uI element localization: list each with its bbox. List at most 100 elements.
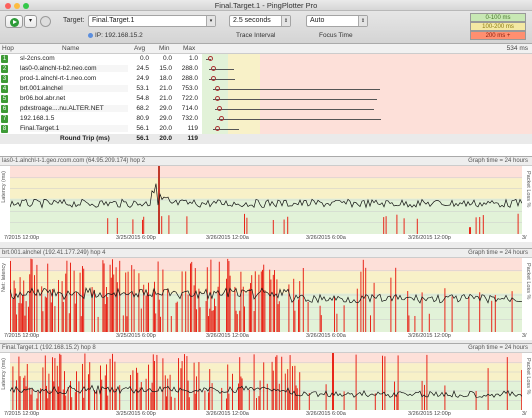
packet-loss-bar	[226, 398, 227, 410]
start-trace-button[interactable]	[5, 15, 23, 28]
packet-loss-bar	[487, 368, 489, 410]
packet-loss-bar	[104, 304, 106, 332]
packet-loss-bar	[31, 389, 33, 410]
start-options-dropdown[interactable]: ▾	[24, 15, 37, 28]
packet-loss-bar	[294, 310, 296, 332]
hop-table: Hop Name Avg Min Max 534 ms 1 sl-2cns.com…	[0, 44, 532, 156]
packet-loss-bar	[276, 279, 278, 332]
packet-loss-bar	[426, 354, 428, 410]
packet-loss-bar	[19, 376, 21, 410]
table-row[interactable]: 4 brt.001.alnchel 53.1 21.0 753.0	[0, 84, 532, 94]
trace-interval-select[interactable]: 2.5 seconds ⇕	[229, 15, 291, 27]
table-row[interactable]: 1 sl-2cns.com 0.0 0.0 1.0	[0, 54, 532, 64]
packet-loss-bar	[184, 354, 185, 410]
packet-loss-bar	[23, 280, 25, 332]
packet-loss-bar	[58, 386, 59, 410]
packet-loss-bar	[148, 364, 149, 410]
hop-max: 753.0	[181, 85, 198, 92]
packet-loss-bar	[106, 287, 107, 332]
packet-loss-bar	[176, 301, 178, 332]
table-row[interactable]: 6 pdxstroage....nu.ALTER.NET 68.2 29.0 714.0	[0, 104, 532, 114]
graph-panel[interactable]: Final.Target.1 (192.168.15.2) hop 8 Graph…	[0, 343, 532, 418]
packet-loss-bar	[12, 298, 14, 332]
packet-loss-bar	[229, 275, 231, 332]
latency-avg-marker	[215, 96, 221, 101]
packet-loss-bar	[62, 301, 64, 332]
packet-loss-bar	[88, 374, 89, 410]
latency-avg-marker	[211, 76, 217, 81]
graph-panel[interactable]: brt.001.alnchel (192.41.177.249) hop 4 Gr…	[0, 248, 532, 340]
packet-loss-bar	[29, 274, 31, 332]
packet-loss-bar	[143, 284, 145, 332]
packet-loss-bar	[175, 302, 177, 332]
packet-loss-bar	[479, 292, 481, 332]
target-input[interactable]: Final.Target.1 ▾	[88, 15, 216, 27]
packet-loss-bar	[143, 216, 145, 234]
y-axis-label: Net: latency	[1, 263, 7, 293]
packet-loss-bar	[193, 285, 195, 332]
packet-loss-bar	[272, 219, 274, 234]
latency-graph[interactable]	[10, 258, 522, 332]
graph-panel[interactable]: las0-1.alnchl-t-1.geo.rcom.com (64.95.20…	[0, 156, 532, 242]
table-row[interactable]: 7 192.168.1.5 80.9 29.0 732.0	[0, 114, 532, 124]
packet-loss-bar	[26, 364, 28, 410]
packet-loss-bar	[208, 392, 209, 410]
packet-loss-bar	[234, 286, 236, 332]
col-hop[interactable]: Hop	[2, 45, 14, 52]
packet-loss-bar	[140, 308, 142, 332]
packet-loss-bar	[325, 384, 327, 410]
graph-time-range[interactable]: Graph time = 24 hours	[468, 158, 528, 164]
packet-loss-bar	[100, 365, 101, 410]
target-history-dropdown[interactable]: ▾	[206, 16, 215, 26]
col-name[interactable]: Name	[62, 45, 79, 52]
packet-loss-bar	[42, 367, 44, 410]
y-axis-label: Latency (ms)	[1, 171, 7, 203]
packet-loss-bar	[444, 288, 446, 332]
packet-loss-bar	[295, 385, 297, 410]
packet-loss-bar	[67, 386, 69, 410]
table-row[interactable]: 2 las0-0.alnchl-t-b2.neo.com 24.5 15.0 288.0	[0, 64, 532, 74]
packet-loss-bar	[242, 286, 244, 332]
play-icon	[10, 18, 19, 27]
table-row[interactable]: 5 br06.bol.abr.net 54.8 21.0 722.0	[0, 94, 532, 104]
hop-name: las0-0.alnchl-t-b2.neo.com	[20, 65, 128, 72]
x-tick-label: 3/	[522, 333, 527, 339]
packet-loss-bar	[24, 315, 26, 332]
hop-min: 18.0	[159, 75, 172, 82]
packet-loss-bar	[47, 263, 49, 332]
latency-graph[interactable]	[10, 166, 522, 234]
focus-time-select[interactable]: Auto ⇕	[306, 15, 368, 27]
packet-loss-bar	[214, 298, 215, 332]
packet-loss-bar	[164, 375, 166, 410]
graph-time-range[interactable]: Graph time = 24 hours	[468, 345, 528, 351]
legend-red: 200 ms +	[470, 31, 526, 40]
latency-graph[interactable]	[10, 353, 522, 410]
zone-green	[10, 198, 522, 234]
col-avg[interactable]: Avg	[134, 45, 145, 52]
packet-loss-bar	[403, 218, 405, 234]
packet-loss-bar	[107, 218, 109, 234]
stop-trace-button[interactable]	[40, 16, 51, 27]
hop-max: 722.0	[181, 95, 198, 102]
graph-time-range[interactable]: Graph time = 24 hours	[468, 250, 528, 256]
x-tick-label: 7/2015 12:00p	[4, 235, 40, 241]
packet-loss-bar	[102, 260, 104, 332]
packet-loss-bar	[278, 301, 280, 332]
graph-title: brt.001.alnchel (192.41.177.249) hop 4	[2, 250, 106, 256]
packet-loss-bar	[28, 306, 29, 332]
packet-loss-bar	[71, 397, 73, 410]
packet-loss-bar	[270, 279, 272, 332]
packet-loss-bar	[272, 274, 274, 332]
packet-loss-bar	[16, 314, 17, 332]
packet-loss-bar	[209, 308, 211, 332]
table-row[interactable]: 8 Final.Target.1 56.1 20.0 119	[0, 124, 532, 134]
table-row[interactable]: 3 prod-1.alnchl-rt-1.neo.com 24.9 18.0 288.0	[0, 74, 532, 84]
packet-loss-bar	[187, 294, 189, 332]
col-max[interactable]: Max	[183, 45, 195, 52]
loss-spike	[332, 353, 334, 410]
packet-loss-bar	[444, 385, 446, 410]
packet-loss-bar	[343, 305, 345, 332]
col-min[interactable]: Min	[159, 45, 169, 52]
packet-loss-bar	[132, 219, 134, 234]
packet-loss-bar	[89, 362, 91, 410]
